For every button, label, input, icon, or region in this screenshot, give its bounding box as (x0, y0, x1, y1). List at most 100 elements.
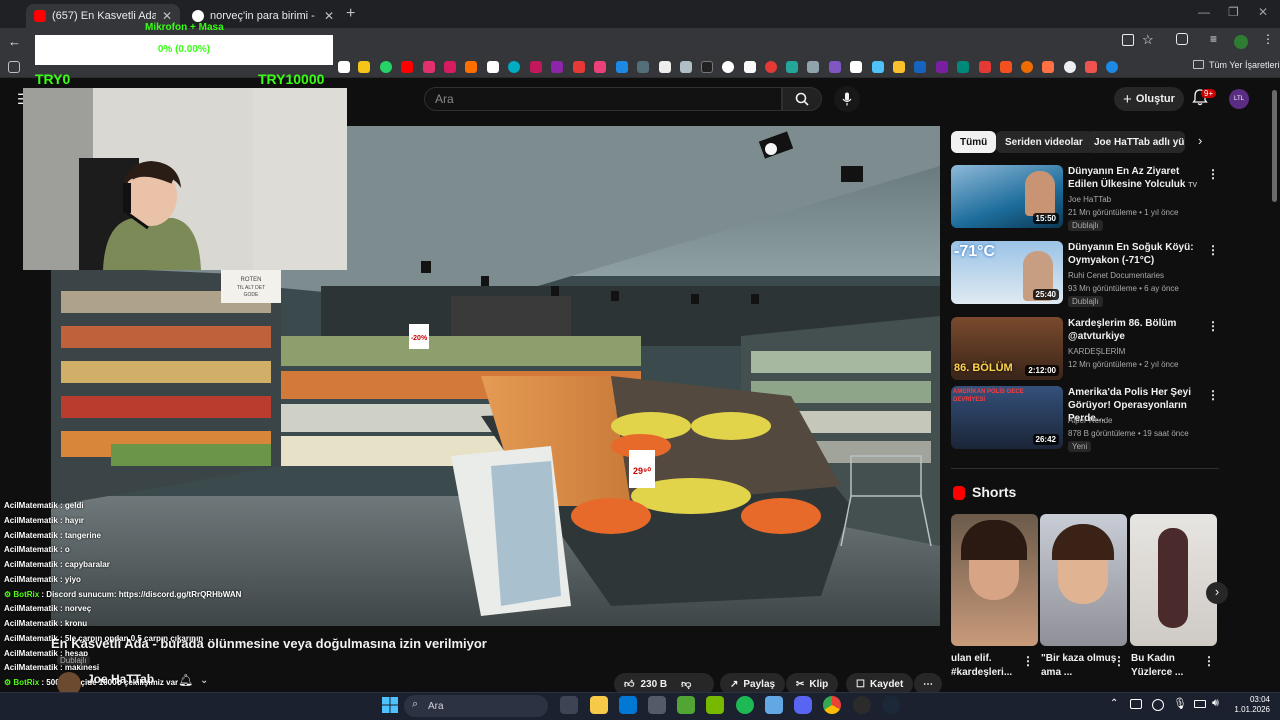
bookmark-icon[interactable] (637, 61, 649, 73)
close-tab-icon[interactable]: ✕ (324, 9, 334, 23)
more-options-icon[interactable]: ⋮ (1113, 654, 1125, 668)
search-input[interactable]: Ara (424, 87, 782, 111)
bookmark-icon[interactable] (829, 61, 841, 73)
bookmark-icon[interactable] (701, 61, 713, 73)
channel-name[interactable]: KARDEŞLERİM (1068, 347, 1125, 356)
voice-search-button[interactable] (834, 86, 860, 112)
short-title[interactable]: Bu Kadın Yüzlerce ... (1131, 652, 1207, 680)
more-options-icon[interactable]: ⋮ (1207, 319, 1219, 333)
more-options-icon[interactable]: ⋮ (1207, 243, 1219, 257)
app-icon[interactable] (765, 696, 783, 714)
bookmark-icon[interactable] (979, 61, 991, 73)
bookmark-icon[interactable] (530, 61, 542, 73)
taskbar-clock[interactable]: 03:04 1.01.2026 (1226, 695, 1270, 715)
bookmark-icon[interactable] (850, 61, 862, 73)
new-tab-icon[interactable]: + (346, 5, 355, 23)
more-options-icon[interactable]: ⋮ (1207, 388, 1219, 402)
bookmark-icon[interactable] (765, 61, 777, 73)
mic-tray-icon[interactable]: 🎙︎ (1173, 697, 1187, 710)
extensions-icon[interactable] (1176, 33, 1188, 45)
more-options-icon[interactable]: ⋮ (1022, 654, 1034, 668)
bookmark-icon[interactable] (680, 61, 692, 73)
bookmark-icon[interactable] (594, 61, 606, 73)
bookmark-icon[interactable] (573, 61, 585, 73)
all-bookmarks-label[interactable]: Tüm Yer İşaretleri (1209, 60, 1280, 70)
bookmark-icon[interactable] (1064, 61, 1076, 73)
store-icon[interactable] (619, 696, 637, 714)
minecraft-icon[interactable] (677, 696, 695, 714)
channel-name[interactable]: Joe HaTTab (87, 672, 154, 686)
search-button[interactable] (782, 87, 822, 111)
bookmark-icon[interactable] (936, 61, 948, 73)
menu-kebab-icon[interactable]: ⋮ (1262, 32, 1274, 46)
create-button[interactable]: + Oluştur (1114, 87, 1184, 111)
monitor-icon[interactable] (1194, 700, 1206, 708)
bookmark-icon[interactable] (1085, 61, 1097, 73)
chip-all[interactable]: Tümü (951, 131, 997, 153)
bookmark-icon[interactable] (1106, 61, 1118, 73)
taskbar-search-input[interactable]: ⌕ Ara (404, 695, 548, 717)
youtube-bookmark-icon[interactable] (401, 61, 413, 73)
bookmark-icon[interactable] (338, 61, 350, 73)
spotify-icon[interactable] (736, 696, 754, 714)
back-icon[interactable]: ← (8, 34, 21, 49)
video-thumbnail[interactable]: -71°C 25:40 (951, 241, 1063, 304)
bookmark-icon[interactable] (872, 61, 884, 73)
windows-start-icon[interactable] (382, 697, 398, 713)
bookmark-icon[interactable] (744, 61, 756, 73)
short-thumbnail[interactable] (1130, 514, 1217, 646)
video-thumbnail[interactable]: 86. BÖLÜM 2:12:00 (951, 317, 1063, 380)
chip-series[interactable]: Seriden videolar (996, 131, 1092, 153)
file-explorer-icon[interactable] (590, 696, 608, 714)
bookmark-star-icon[interactable]: ☆ (1142, 32, 1154, 48)
bookmark-icon[interactable] (914, 61, 926, 73)
short-title[interactable]: ulan elif. #kardeşleri... (951, 652, 1027, 680)
tray-icon[interactable] (1152, 699, 1164, 711)
tray-icon[interactable] (1130, 699, 1142, 709)
video-thumbnail[interactable]: 15:50 (951, 165, 1063, 228)
cast-icon[interactable] (1122, 34, 1134, 46)
bookmark-icon[interactable] (957, 61, 969, 73)
task-view-icon[interactable] (560, 696, 578, 714)
recommended-video[interactable]: 15:50 Dünyanın En Az Ziyaret Edilen Ülke… (951, 165, 1219, 231)
short-thumbnail[interactable] (951, 514, 1038, 646)
bookmark-icon[interactable] (616, 61, 628, 73)
bookmark-icon[interactable] (444, 61, 456, 73)
obs-icon[interactable] (853, 696, 871, 714)
channel-name[interactable]: Joe HaTTab (1068, 195, 1111, 204)
video-thumbnail[interactable]: AMERİKAN POLİS GECE DEVRİYESİ 26:42 (951, 386, 1063, 449)
bookmark-icon[interactable] (358, 61, 370, 73)
shorts-next-arrow-icon[interactable]: › (1206, 582, 1228, 604)
maximize-icon[interactable]: ❐ (1228, 5, 1239, 19)
recommended-video[interactable]: -71°C 25:40 Dünyanın En Soğuk Köyü: Oymy… (951, 241, 1219, 307)
instagram-icon[interactable] (423, 61, 435, 73)
whatsapp-icon[interactable] (380, 61, 392, 73)
bookmark-icon[interactable] (786, 61, 798, 73)
chrome-icon[interactable] (823, 696, 841, 714)
recommended-video[interactable]: AMERİKAN POLİS GECE DEVRİYESİ 26:42 Amer… (951, 386, 1219, 452)
bookmark-icon[interactable] (487, 61, 499, 73)
recommended-video[interactable]: 86. BÖLÜM 2:12:00 Kardeşlerim 86. Bölüm … (951, 317, 1219, 381)
chevron-down-icon[interactable]: ⌄ (200, 675, 208, 686)
tray-overflow-icon[interactable]: ⌃ (1110, 698, 1118, 709)
apps-grid-icon[interactable] (8, 61, 20, 73)
channel-name[interactable]: Ruhi Cenet Documentaries (1068, 271, 1164, 280)
discord-icon[interactable] (794, 696, 812, 714)
bookmark-icon[interactable] (722, 61, 734, 73)
bookmark-icon[interactable] (1042, 61, 1054, 73)
short-thumbnail[interactable] (1040, 514, 1127, 646)
bookmark-icon[interactable] (807, 61, 819, 73)
chevron-right-icon[interactable]: › (1198, 133, 1202, 148)
bookmark-icon[interactable] (508, 61, 520, 73)
steam-icon[interactable] (882, 696, 900, 714)
bookmark-icon[interactable] (659, 61, 671, 73)
bookmark-icon[interactable] (1000, 61, 1012, 73)
channel-name[interactable]: Alper Rende (1068, 416, 1112, 425)
reading-list-icon[interactable]: ≡ (1210, 32, 1217, 46)
more-options-icon[interactable]: ⋮ (1203, 654, 1215, 668)
app-icon[interactable] (648, 696, 666, 714)
account-avatar[interactable]: LTL (1229, 89, 1249, 109)
chip-channel-uploads[interactable]: Joe HaTTab adlı yükle (1085, 131, 1185, 153)
bookmark-icon[interactable] (551, 61, 563, 73)
minimize-icon[interactable]: — (1198, 5, 1210, 19)
